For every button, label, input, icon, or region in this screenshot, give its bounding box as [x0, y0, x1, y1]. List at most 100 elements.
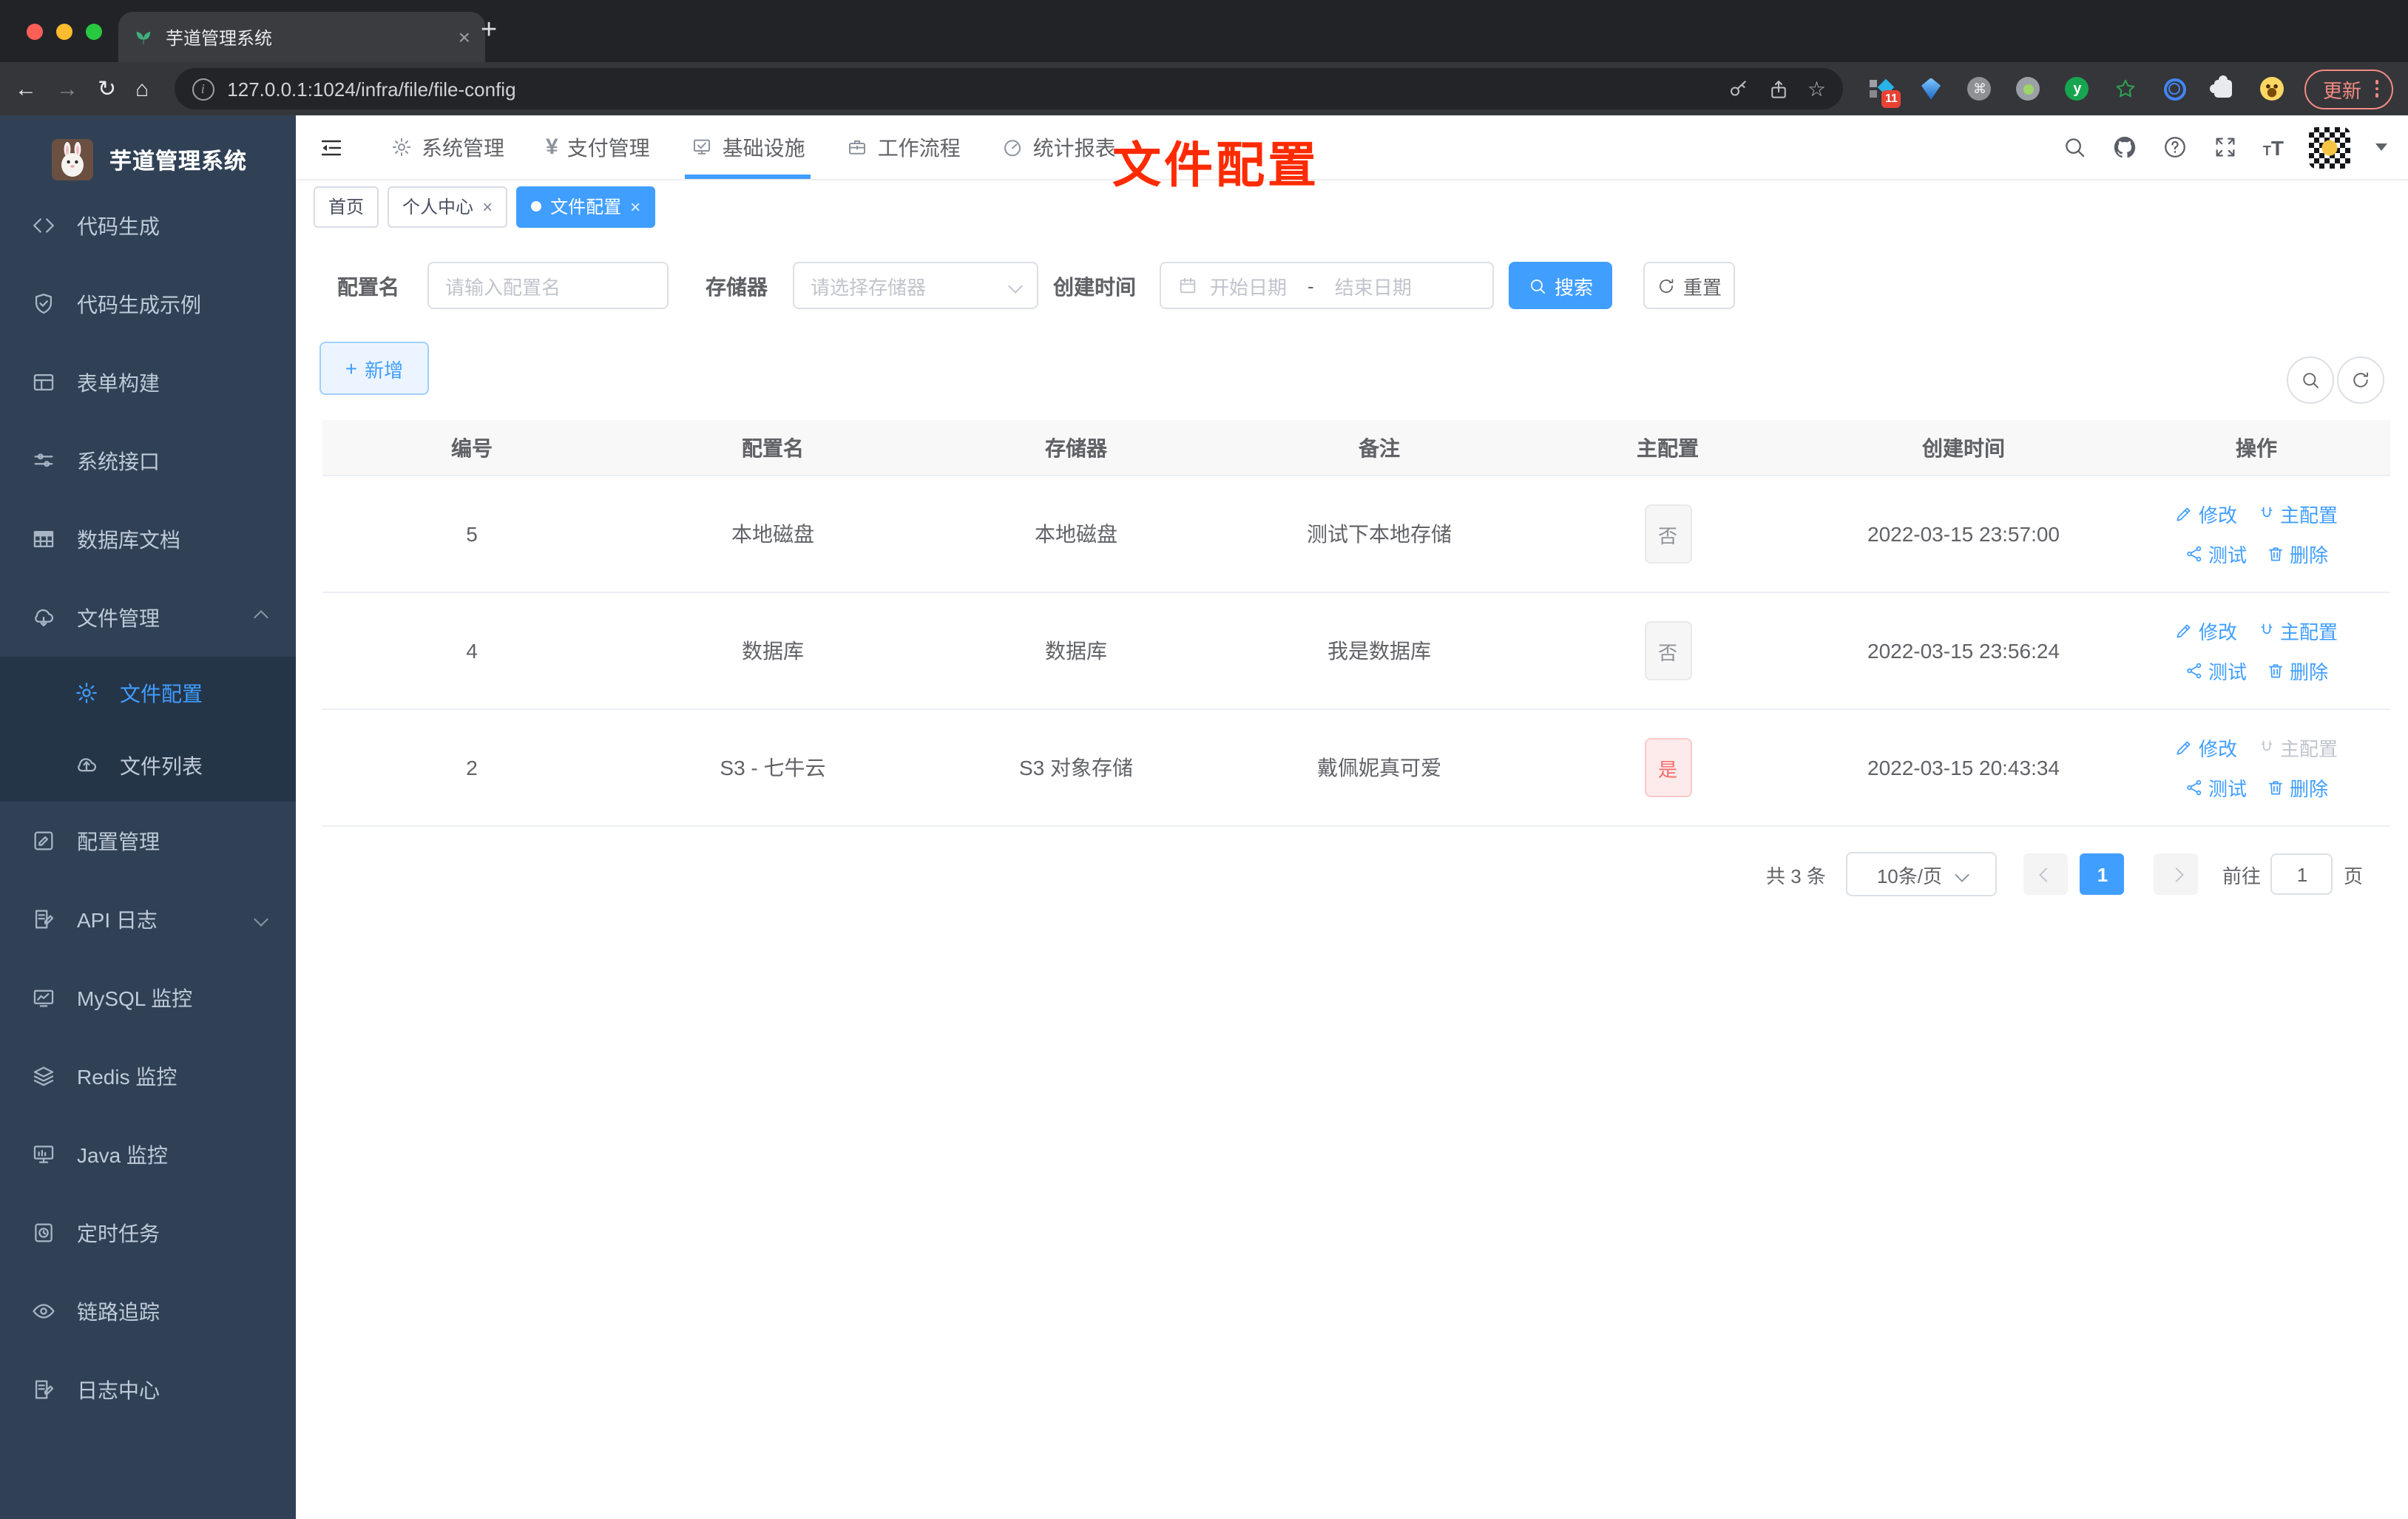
zoom-window-button[interactable] — [86, 24, 102, 40]
extension-star-icon[interactable] — [2114, 77, 2138, 101]
browser-tabstrip: 芋道管理系统 × + — [0, 0, 2408, 62]
share-icon — [2187, 663, 2202, 679]
next-page-button[interactable] — [2154, 853, 2199, 895]
tag-profile[interactable]: 个人中心 × — [388, 186, 508, 227]
avatar-caret-icon[interactable] — [2375, 143, 2387, 151]
extension-eye-icon[interactable] — [2163, 78, 2186, 100]
bookmark-star-icon[interactable]: ☆ — [1807, 76, 1826, 101]
sidebar-item-mysql-monitor[interactable]: MySQL 监控 — [0, 958, 296, 1037]
active-dot — [531, 201, 542, 212]
sidebar-item-api-log[interactable]: API 日志 — [0, 880, 296, 958]
page-size-select[interactable]: 10条/页 — [1846, 852, 1998, 896]
test-link[interactable]: 测试 — [2185, 540, 2247, 568]
top-menu-workflow[interactable]: 工作流程 — [826, 115, 981, 179]
sidebar-item-java-monitor[interactable]: Java 监控 — [0, 1115, 296, 1194]
master-config-link[interactable]: 主配置 — [2256, 617, 2338, 645]
delete-link[interactable]: 删除 — [2266, 657, 2328, 685]
timer-icon — [35, 1223, 53, 1242]
extension-grid-icon[interactable]: 11 — [1870, 77, 1901, 108]
end-date-input[interactable]: 结束日期 — [1335, 271, 1412, 300]
extension-green-dot-icon[interactable] — [2016, 77, 2040, 101]
add-button[interactable]: + 新增 — [319, 342, 429, 395]
new-tab-button[interactable]: + — [481, 15, 497, 47]
master-config-link[interactable]: 主配置 — [2256, 500, 2338, 528]
github-icon[interactable] — [2112, 135, 2137, 160]
filter-form: 配置名 请输入配置名 存储器 请选择存储器 创建时间 开始日期 - 结束日期 搜… — [296, 262, 2408, 309]
extension-y-icon[interactable]: y — [2065, 77, 2089, 101]
back-icon[interactable]: ← — [15, 76, 37, 101]
sidebar-item-code-demo[interactable]: 代码生成示例 — [0, 265, 296, 343]
top-menu-system[interactable]: 系统管理 — [370, 115, 525, 179]
magnet-icon — [2260, 623, 2272, 635]
form-grid-icon — [33, 373, 54, 391]
table-refresh-button[interactable] — [2337, 356, 2384, 404]
start-date-input[interactable]: 开始日期 — [1210, 271, 1287, 300]
sidebar-item-file-list[interactable]: 文件列表 — [0, 729, 296, 802]
col-storage: 存储器 — [924, 420, 1228, 476]
top-menu-infrastructure[interactable]: 基础设施 — [671, 115, 826, 179]
forward-icon[interactable]: → — [56, 76, 78, 101]
database-table-icon — [33, 530, 54, 548]
sidebar-item-system-api[interactable]: 系统接口 — [0, 422, 296, 500]
test-link[interactable]: 测试 — [2185, 774, 2247, 802]
test-link[interactable]: 测试 — [2185, 657, 2247, 685]
sidebar-item-code-gen[interactable]: 代码生成 — [0, 186, 296, 265]
profile-emoji-icon[interactable] — [2260, 77, 2284, 101]
url-text[interactable]: 127.0.0.1:1024/infra/file/file-config — [227, 78, 1710, 100]
browser-menu-icon[interactable] — [2375, 80, 2378, 98]
edit-link[interactable]: 修改 — [2175, 500, 2237, 528]
minimize-window-button[interactable] — [56, 24, 72, 40]
search-button[interactable]: 搜索 — [1509, 262, 1612, 309]
current-page[interactable]: 1 — [2080, 853, 2125, 895]
user-avatar[interactable] — [2309, 126, 2350, 168]
close-window-button[interactable] — [27, 24, 43, 40]
top-menu-payment[interactable]: ¥ 支付管理 — [525, 115, 671, 179]
config-name-input[interactable]: 请输入配置名 — [427, 262, 669, 309]
storage-select[interactable]: 请选择存储器 — [793, 262, 1038, 309]
tag-home[interactable]: 首页 — [314, 186, 379, 227]
create-time-label: 创建时间 — [1053, 275, 1136, 299]
sidebar-item-log-center[interactable]: 日志中心 — [0, 1350, 296, 1429]
close-icon[interactable]: × — [630, 196, 640, 217]
reload-icon[interactable]: ↻ — [98, 75, 116, 102]
share-upload-icon[interactable] — [1768, 78, 1790, 100]
reset-button[interactable]: 重置 — [1643, 262, 1735, 309]
sidebar-collapse-icon[interactable] — [318, 134, 345, 160]
date-range-picker[interactable]: 开始日期 - 结束日期 — [1160, 262, 1494, 309]
browser-update-button[interactable]: 更新 — [2304, 69, 2393, 109]
extension-command-icon[interactable]: ⌘ — [1967, 77, 1992, 101]
home-icon[interactable]: ⌂ — [135, 76, 149, 101]
tab-close-icon[interactable]: × — [459, 27, 470, 47]
search-icon[interactable] — [2062, 135, 2087, 160]
master-tag: 否 — [1644, 504, 1691, 564]
sidebar-item-db-doc[interactable]: 数据库文档 — [0, 500, 296, 578]
edit-link[interactable]: 修改 — [2175, 617, 2237, 645]
help-icon[interactable] — [2162, 135, 2188, 160]
font-size-icon[interactable]: TT — [2263, 135, 2284, 159]
extension-gem-icon[interactable] — [1921, 78, 1941, 100]
close-icon[interactable]: × — [482, 196, 493, 217]
fullscreen-icon[interactable] — [2213, 135, 2238, 160]
password-key-icon[interactable] — [1728, 78, 1750, 100]
sidebar-item-redis-monitor[interactable]: Redis 监控 — [0, 1037, 296, 1115]
sidebar-item-file-config[interactable]: 文件配置 — [0, 657, 296, 729]
sidebar-item-form-builder[interactable]: 表单构建 — [0, 343, 296, 422]
address-bar[interactable]: i 127.0.0.1:1024/infra/file/file-config … — [174, 68, 1844, 109]
tag-file-config[interactable]: 文件配置 × — [516, 186, 656, 227]
edit-link[interactable]: 修改 — [2175, 734, 2237, 762]
select-caret-icon — [1008, 278, 1023, 293]
browser-tab[interactable]: 芋道管理系统 × — [118, 12, 485, 62]
cell-created: 2022-03-15 23:57:00 — [1805, 476, 2123, 593]
site-info-icon[interactable]: i — [192, 78, 214, 100]
sidebar-item-tracing[interactable]: 链路追踪 — [0, 1272, 296, 1350]
extensions-puzzle-icon[interactable] — [2210, 75, 2233, 98]
sidebar-item-scheduled-tasks[interactable]: 定时任务 — [0, 1194, 296, 1272]
sidebar-item-file-management[interactable]: 文件管理 — [0, 578, 296, 657]
file-config-table: 编号 配置名 存储器 备注 主配置 创建时间 操作 5 本地磁盘 本地磁盘 测试… — [322, 420, 2390, 827]
delete-link[interactable]: 删除 — [2266, 540, 2328, 568]
sidebar-item-config-management[interactable]: 配置管理 — [0, 802, 296, 880]
table-search-toggle-button[interactable] — [2287, 356, 2334, 404]
delete-link[interactable]: 删除 — [2266, 774, 2328, 802]
prev-page-button[interactable] — [2023, 853, 2069, 895]
goto-page-input[interactable] — [2270, 853, 2333, 895]
